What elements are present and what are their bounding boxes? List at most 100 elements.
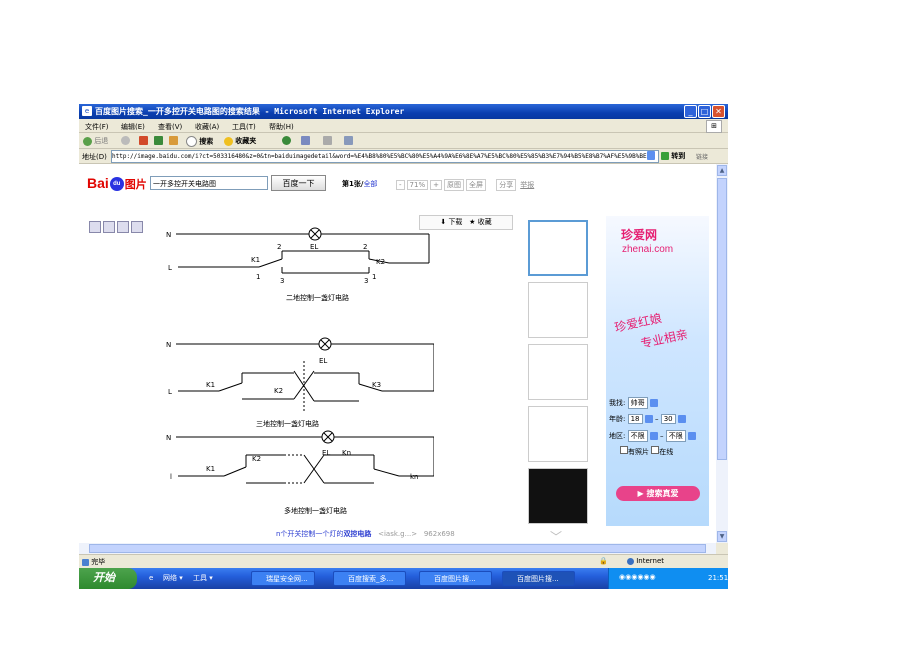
ad-gender-select[interactable]: 帅哥 xyxy=(627,397,648,409)
page-content: Bai du 图片 一开多控开关电路图 百度一下 第1张/全部 -71% + 原图 全屏 … xyxy=(79,164,716,543)
home-button[interactable] xyxy=(169,136,178,145)
ad-photo-checkbox[interactable] xyxy=(620,446,628,454)
save-icon[interactable] xyxy=(89,221,101,233)
horizontal-scrollbar[interactable] xyxy=(79,543,716,554)
taskbar-task-4[interactable]: 百度图片搜... xyxy=(502,571,575,586)
back-button[interactable]: 后退 xyxy=(83,136,108,146)
back-arrow-icon xyxy=(83,136,92,146)
refresh-icon xyxy=(154,136,163,145)
thumbnail-4[interactable] xyxy=(528,406,588,462)
circuit-diagram-image[interactable]: N L EL K1 K2 2 2 1 1 3 3 二地控制一盏灯电路 N L E… xyxy=(164,221,434,526)
thumbnail-2[interactable] xyxy=(528,282,588,338)
copy-icon[interactable] xyxy=(103,221,115,233)
start-button[interactable]: 开始 xyxy=(79,568,137,589)
chevron-down-icon[interactable] xyxy=(677,415,686,423)
menu-file[interactable]: 文件(F) xyxy=(85,122,109,132)
print-icon xyxy=(323,136,332,145)
search-submit-button[interactable]: 百度一下 xyxy=(271,175,326,191)
toolbar: 后退 搜索 收藏夹 xyxy=(79,133,728,149)
menu-help[interactable]: 帮助(H) xyxy=(269,122,294,132)
zoom-in-button[interactable]: + xyxy=(430,180,442,190)
favorites-button[interactable]: 收藏夹 xyxy=(224,136,256,146)
menu-edit[interactable]: 编辑(E) xyxy=(121,122,145,132)
thumbnail-1[interactable] xyxy=(528,220,588,276)
baidu-logo[interactable]: Bai du 图片 xyxy=(87,175,147,192)
menu-view[interactable]: 查看(V) xyxy=(158,122,182,132)
menu-tools[interactable]: 工具(T) xyxy=(232,122,256,132)
collect-button[interactable]: ★ 收藏 xyxy=(469,218,492,226)
print-button[interactable] xyxy=(323,136,332,145)
d1-label-2a: 2 xyxy=(277,243,281,251)
address-dropdown-icon[interactable] xyxy=(647,151,655,160)
zhenai-ad[interactable]: 珍爱网 zhenai.com 珍爱红娘 专业相亲 我找: 帅哥 年龄: 18 –… xyxy=(606,216,709,526)
taskbar-tools-menu[interactable]: 工具 ▾ xyxy=(193,571,213,586)
zone-indicator: Internet xyxy=(627,557,664,565)
taskbar-ie-icon[interactable]: e xyxy=(149,571,153,586)
mail-button[interactable] xyxy=(301,136,310,145)
search-input[interactable]: 一开多控开关电路图 xyxy=(150,176,268,190)
history-icon xyxy=(282,136,291,145)
ad-url: zhenai.com xyxy=(622,244,674,255)
d1-label-3b: 3 xyxy=(364,277,368,285)
vertical-scrollbar[interactable]: ▲ ▼ xyxy=(716,164,728,543)
scroll-down-icon[interactable]: ▼ xyxy=(717,531,727,542)
scroll-up-icon[interactable]: ▲ xyxy=(717,165,727,176)
d1-label-l: L xyxy=(168,264,172,272)
thumbnail-3[interactable] xyxy=(528,344,588,400)
all-link[interactable]: 全部 xyxy=(363,180,377,188)
taskbar-net-menu[interactable]: 网络 ▾ xyxy=(163,571,183,586)
history-button[interactable] xyxy=(282,136,291,145)
original-button[interactable]: 原图 xyxy=(443,179,464,191)
chevron-down-icon[interactable] xyxy=(649,399,658,407)
edit-icon xyxy=(344,136,353,145)
print-image-icon[interactable] xyxy=(131,221,143,233)
ad-region-select-a[interactable]: 不限 xyxy=(627,430,648,442)
d3-label-k1: K1 xyxy=(206,465,215,473)
ad-region-row: 地区: 不限 – 不限 xyxy=(609,430,697,442)
vertical-scroll-thumb[interactable] xyxy=(717,178,727,460)
taskbar-task-2[interactable]: 百度搜索_多... xyxy=(333,571,406,586)
taskbar-task-3[interactable]: 百度图片搜... xyxy=(419,571,492,586)
taskbar-task-1[interactable]: 瑞星安全网... xyxy=(251,571,315,586)
zoom-out-button[interactable]: - xyxy=(396,180,405,190)
chevron-down-icon[interactable] xyxy=(649,432,658,440)
fullscreen-button[interactable]: 全屏 xyxy=(465,179,486,191)
menu-favorites[interactable]: 收藏(A) xyxy=(195,122,219,132)
ad-age-from-select[interactable]: 18 xyxy=(627,414,643,424)
search-button[interactable]: 搜索 xyxy=(186,136,213,147)
thumbnail-5[interactable] xyxy=(528,468,588,524)
thumbnails-down-arrow-icon[interactable]: ﹀ xyxy=(550,528,562,543)
d1-label-3a: 3 xyxy=(280,277,284,285)
minimize-button[interactable]: _ xyxy=(684,105,697,118)
address-input[interactable]: http://image.baidu.com/i?ct=503316480&z=… xyxy=(111,150,659,163)
caption-source[interactable]: <iask.g...> xyxy=(378,530,417,538)
ad-search-button[interactable]: ▶ 搜索真爱 xyxy=(616,486,700,501)
ie-icon: e xyxy=(82,106,92,116)
security-lock-icon: 🔒 xyxy=(599,557,608,565)
forward-button[interactable] xyxy=(121,136,130,145)
viewer-toolbar xyxy=(89,221,149,233)
report-link[interactable]: 举报 xyxy=(518,180,536,190)
title-bar[interactable]: e 百度图片搜索_一开多控开关电路图的搜索结果 - Microsoft Inte… xyxy=(79,104,728,119)
ad-age-to-select[interactable]: 30 xyxy=(660,414,676,424)
go-arrow-icon xyxy=(661,152,669,160)
caption-link[interactable]: 双控电路 xyxy=(343,530,371,538)
share-button[interactable]: 分享 xyxy=(496,179,517,191)
taskbar: 开始 e 网络 ▾ 工具 ▾ 瑞星安全网... 百度搜索_多... 百度图片搜.… xyxy=(79,568,728,589)
chevron-down-icon[interactable] xyxy=(688,432,697,440)
close-button[interactable]: ✕ xyxy=(712,105,725,118)
refresh-button[interactable] xyxy=(154,136,163,145)
chevron-down-icon[interactable] xyxy=(644,415,653,423)
go-button[interactable]: 转到 xyxy=(661,151,685,161)
horizontal-scroll-thumb[interactable] xyxy=(89,544,706,553)
tray-icons[interactable]: ◉◉◉◉◉◉ xyxy=(619,573,656,581)
ad-region-select-b[interactable]: 不限 xyxy=(665,430,686,442)
download-button[interactable]: ⬇ 下载 xyxy=(440,218,462,226)
d2-label-l: L xyxy=(168,388,172,396)
edit-button[interactable] xyxy=(344,136,353,145)
image-caption: n个开关控制一个灯的双控电路 <iask.g...> 962x698 xyxy=(276,530,455,538)
stop-button[interactable] xyxy=(139,136,148,145)
maximize-button[interactable]: □ xyxy=(698,105,711,118)
send-icon[interactable] xyxy=(117,221,129,233)
links-label[interactable]: 链接 xyxy=(696,152,708,161)
